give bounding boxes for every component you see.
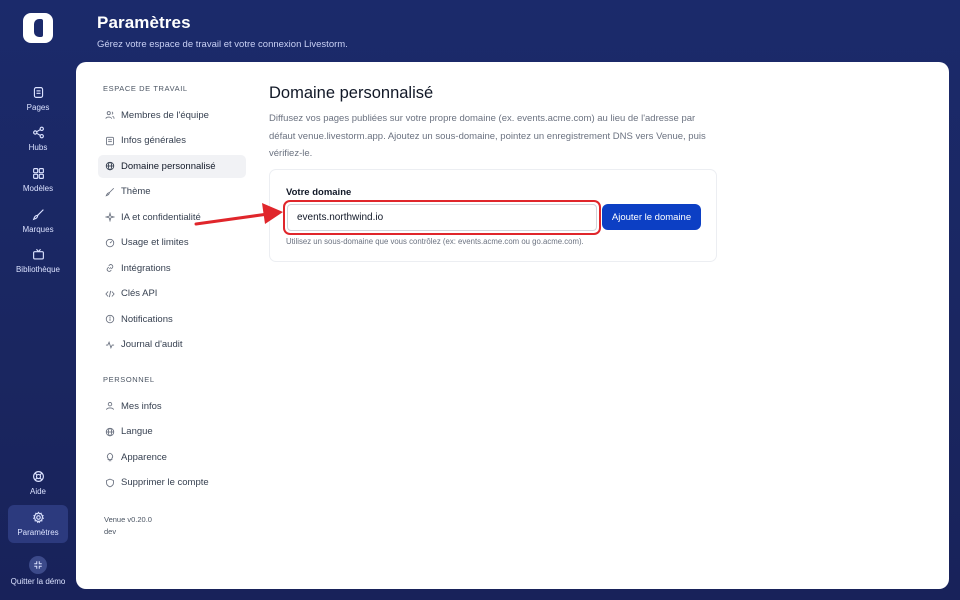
nav-item-delete-account[interactable]: Supprimer le compte [98,471,246,494]
grid-icon [32,168,44,179]
version-label: Venue v0.20.0 [104,515,152,524]
rail-label-bibliotheque: Bibliothèque [15,265,61,274]
globe-icon [105,161,115,171]
nav-label: Thème [121,186,151,197]
domain-input-highlight [283,200,601,235]
rail-label-marques: Marques [22,225,54,234]
page-title: Paramètres [97,13,191,32]
globe-icon [105,427,115,436]
nav-item-ai-privacy[interactable]: IA et confidentialité [98,206,246,229]
rail-item-aide[interactable]: Aide [8,464,68,502]
link-icon [106,264,114,272]
nav-label: Langue [121,426,153,437]
domain-field-label: Votre domaine [286,187,352,198]
rail-label-parametres: Paramètres [17,528,59,537]
nav-section-personal: Personnel [103,375,155,384]
nav-section-workspace: Espace de travail [103,84,188,93]
rail-item-marques[interactable]: Marques [8,202,68,240]
nav-item-api-keys[interactable]: Clés API [98,282,246,305]
nav-label: Usage et limites [121,237,189,248]
domain-form-card: Votre domaine Ajouter le domaine Utilise… [269,169,717,262]
user-icon [106,401,114,410]
tv-icon [32,248,44,260]
rail-item-pages[interactable]: Pages [8,80,68,118]
nav-item-theme[interactable]: Thème [98,180,246,203]
nav-label: IA et confidentialité [121,211,201,223]
gear-icon [32,511,44,524]
info-card-icon [106,136,114,145]
rail-item-bibliotheque[interactable]: Bibliothèque [8,242,68,280]
activity-icon [105,340,115,349]
nav-label: Clés API [121,288,158,299]
nav-item-appearance[interactable]: Apparence [98,446,246,469]
app-rail: Pages Hubs Modèles Marques Bibliothèque … [0,0,76,600]
rail-item-hubs[interactable]: Hubs [8,120,68,158]
rail-label-pages: Pages [26,103,50,112]
nav-label: Journal d'audit [121,339,183,350]
nav-item-general[interactable]: Infos générales [98,129,246,152]
nav-label: Supprimer le compte [121,477,209,488]
code-icon [105,290,115,297]
nav-item-notifications[interactable]: Notifications [98,308,246,331]
add-domain-button[interactable]: Ajouter le domaine [602,204,701,230]
nav-label: Mes infos [121,400,162,412]
info-icon [105,314,115,324]
nav-label: Notifications [121,313,173,325]
settings-card: Espace de travail Membres de l'équipe In… [76,62,949,589]
rail-item-modeles[interactable]: Modèles [8,161,68,199]
shield-icon [106,478,114,487]
nav-item-usage[interactable]: Usage et limites [98,231,246,254]
brush-icon [32,209,44,221]
rail-label-hubs: Hubs [28,143,48,152]
page-subtitle: Gérez votre espace de travail et votre c… [97,39,348,50]
help-icon [32,471,44,482]
share-icon [32,126,44,139]
nav-label: Domaine personnalisé [121,160,216,172]
domain-input[interactable] [287,204,597,231]
nav-label: Intégrations [121,262,171,274]
nav-item-members[interactable]: Membres de l'équipe [98,104,246,127]
rail-label-aide: Aide [29,487,46,496]
lightbulb-icon [106,452,114,462]
rail-label-quitter: Quitter la démo [10,577,66,586]
custom-domain-panel: Domaine personnalisé Diffusez vos pages … [269,84,729,163]
nav-label: Infos générales [121,135,186,146]
settings-nav: Espace de travail Membres de l'équipe In… [98,82,248,538]
exit-icon-badge [29,556,47,574]
gauge-icon [105,238,115,247]
pages-icon [33,87,43,98]
brush-icon [105,187,115,196]
rail-item-parametres[interactable]: Paramètres [8,505,68,543]
page-header: Paramètres Gérez votre espace de travail… [97,13,348,50]
nav-item-audit-log[interactable]: Journal d'audit [98,333,246,356]
rail-label-modeles: Modèles [22,184,54,193]
exit-icon [34,561,42,569]
nav-label: Apparence [121,451,167,463]
sparkle-icon [105,212,115,222]
nav-item-my-info[interactable]: Mes infos [98,395,246,418]
environment-label: dev [104,527,117,536]
domain-hint: Utilisez un sous-domaine que vous contrô… [286,237,584,246]
users-icon [105,111,115,119]
section-description: Diffusez vos pages publiées sur votre pr… [269,113,706,159]
nav-item-integrations[interactable]: Intégrations [98,257,246,280]
logo-mark [33,19,43,37]
nav-item-language[interactable]: Langue [98,420,246,443]
app-logo[interactable] [23,13,53,43]
rail-item-quitter[interactable]: Quitter la démo [8,553,68,589]
section-title: Domaine personnalisé [269,84,434,102]
nav-item-custom-domain[interactable]: Domaine personnalisé [98,154,246,178]
nav-label: Membres de l'équipe [121,109,209,121]
